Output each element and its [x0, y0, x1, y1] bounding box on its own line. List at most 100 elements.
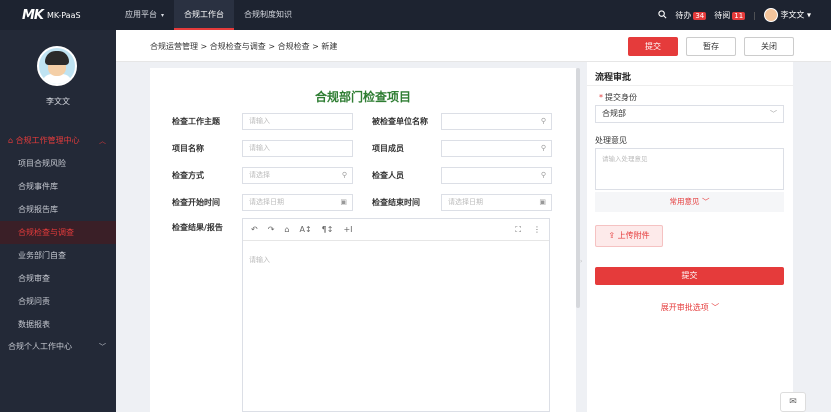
sidebar-group2-label: 合规个人工作中心 — [8, 342, 72, 351]
toread-link[interactable]: 待阅 11 — [714, 10, 746, 21]
user-name: 李文文 — [780, 10, 805, 20]
fullscreen-icon[interactable]: ⛶ — [515, 225, 521, 235]
nav-app-platform[interactable]: 应用平台 ▾ — [115, 0, 174, 30]
upload-icon: ⇪ — [608, 231, 616, 240]
logo-mark: MK — [22, 8, 44, 23]
label-topic: 检查工作主题 — [172, 117, 220, 126]
label-inspector: 检查人员 — [372, 171, 404, 180]
sidebar: 李文文 ⌂ 合规工作管理中心 ︿ 项目合规风险 合规事件库 合规报告库 合规检查… — [0, 30, 116, 412]
header-submit-button[interactable]: 提交 — [628, 37, 678, 56]
method-select-placeholder: 请选择 — [249, 171, 270, 179]
user-icon[interactable]: ⚲ — [541, 141, 546, 156]
app-logo[interactable]: MK MK-PaaS — [22, 8, 81, 23]
paragraph-icon[interactable]: ¶↕ — [322, 225, 334, 234]
method-select[interactable]: 请选择 ⚲ — [242, 167, 353, 184]
expand-approval-options[interactable]: 展开审批选项 ﹀ — [587, 302, 793, 313]
project-name-input[interactable]: 请输入 — [242, 140, 353, 157]
sidebar-menu: ⌂ 合规工作管理中心 ︿ 项目合规风险 合规事件库 合规报告库 合规检查与调查 … — [0, 130, 116, 358]
identity-select-value: 合规部 — [602, 109, 626, 118]
inspector-input[interactable]: ⚲ — [441, 167, 552, 184]
start-date-picker[interactable]: 请选择日期 ▣ — [242, 194, 353, 211]
sidebar-group-personal-center[interactable]: 合规个人工作中心 ﹀ — [0, 336, 116, 358]
expand-label: 展开审批选项 — [660, 303, 709, 312]
form-scrollbar[interactable] — [576, 68, 580, 308]
label-method: 检查方式 — [172, 171, 204, 180]
user-menu[interactable]: 李文文 ▾ — [763, 8, 811, 22]
editor-toolbar: ↶ ↷ ⌂ A↕ ¶↕ +I ⛶ ⋮ — [243, 219, 549, 241]
calendar-icon: ▣ — [340, 198, 347, 206]
sidebar-username: 李文文 — [46, 97, 70, 106]
chevron-down-icon: ▾ — [806, 10, 811, 20]
approval-panel: 流程审批 * 提交身份 合规部 ﹀ 处理意见 请输入处理意见 常用意见 ﹀ ⇪ 上传… — [587, 62, 793, 412]
label-project-name: 项目名称 — [172, 144, 204, 153]
form-card: 合规部门检查项目 检查工作主题 请输入 被检查单位名称 ⚲ 项目名称 请输入 项… — [150, 68, 576, 412]
sidebar-item-self-check[interactable]: 业务部门自查 — [0, 244, 116, 267]
chat-icon[interactable]: ✉ — [780, 392, 806, 412]
sidebar-group-compliance-center[interactable]: ⌂ 合规工作管理中心 ︿ — [0, 130, 116, 152]
opinion-label: 处理意见 — [595, 136, 627, 145]
undo-icon[interactable]: ↶ — [251, 225, 258, 234]
label-members: 项目成员 — [372, 144, 404, 153]
page-header: 合规运营管理 > 合规检查与调查 > 合规检查 > 新建 提交 暂存 关闭 — [116, 30, 831, 62]
sidebar-item-data-report[interactable]: 数据报表 — [0, 313, 116, 336]
common-opinion-dropdown[interactable]: 常用意见 ﹀ — [595, 192, 784, 212]
profile-avatar — [37, 46, 77, 86]
identity-label-text: 提交身份 — [605, 93, 637, 102]
search-icon[interactable] — [658, 9, 667, 21]
label-target-unit: 被检查单位名称 — [372, 117, 428, 126]
sidebar-item-project-risk[interactable]: 项目合规风险 — [0, 152, 116, 175]
topic-input[interactable]: 请输入 — [242, 113, 353, 130]
clear-format-icon[interactable]: ⌂ — [284, 225, 289, 234]
approval-divider — [587, 85, 793, 86]
home-icon: ⌂ — [8, 136, 14, 145]
calendar-icon: ▣ — [539, 198, 546, 206]
avatar — [763, 8, 778, 22]
approval-submit-button[interactable]: 提交 — [595, 267, 784, 285]
divider: | — [753, 10, 756, 20]
toread-badge: 11 — [732, 11, 746, 20]
nav-knowledge-label: 合规制度知识 — [244, 10, 293, 19]
breadcrumb: 合规运营管理 > 合规检查与调查 > 合规检查 > 新建 — [150, 42, 338, 51]
label-end-time: 检查结束时间 — [372, 198, 420, 207]
form-title: 合规部门检查项目 — [314, 90, 411, 104]
members-input[interactable]: ⚲ — [441, 140, 552, 157]
label-start-time: 检查开始时间 — [172, 198, 220, 207]
sidebar-item-accountability[interactable]: 合规问责 — [0, 290, 116, 313]
approval-title: 流程审批 — [595, 73, 632, 83]
header-save-button[interactable]: 暂存 — [686, 37, 736, 56]
todo-badge: 34 — [693, 11, 707, 20]
font-size-icon[interactable]: A↕ — [299, 225, 311, 234]
sidebar-item-review[interactable]: 合规审查 — [0, 267, 116, 290]
sidebar-group-label: 合规工作管理中心 — [15, 136, 80, 145]
chevron-down-icon: ﹀ — [711, 303, 720, 312]
common-opinion-label: 常用意见 — [669, 197, 700, 206]
chevron-down-icon: ▾ — [161, 12, 165, 19]
insert-icon[interactable]: +I — [343, 225, 352, 234]
upload-attachment-button[interactable]: ⇪ 上传附件 — [595, 225, 663, 247]
top-bar: MK MK-PaaS 应用平台 ▾ 合规工作台 合规制度知识 待办 34 待阅 11 … — [0, 0, 831, 30]
end-date-picker[interactable]: 请选择日期 ▣ — [441, 194, 552, 211]
chevron-down-icon: ﹀ — [701, 197, 710, 206]
chevron-down-icon: ﹀ — [99, 343, 106, 351]
header-close-button[interactable]: 关闭 — [744, 37, 794, 56]
label-result: 检查结果/报告 — [172, 223, 223, 232]
sidebar-item-event-library[interactable]: 合规事件库 — [0, 175, 116, 198]
end-date-placeholder: 请选择日期 — [448, 198, 483, 206]
rich-text-editor[interactable]: ↶ ↷ ⌂ A↕ ¶↕ +I ⛶ ⋮ 请输入 — [242, 218, 550, 412]
more-icon[interactable]: ⋮ — [533, 225, 541, 235]
nav-app-platform-label: 应用平台 — [125, 10, 157, 19]
identity-select[interactable]: 合规部 ﹀ — [595, 105, 784, 123]
chevron-up-icon: ︿ — [99, 137, 106, 145]
nav-workbench[interactable]: 合规工作台 — [174, 0, 235, 30]
target-unit-input[interactable]: ⚲ — [441, 113, 552, 130]
opinion-textarea[interactable]: 请输入处理意见 — [595, 148, 784, 190]
user-icon[interactable]: ⚲ — [541, 114, 546, 129]
nav-workbench-label: 合规工作台 — [184, 10, 225, 19]
todo-link[interactable]: 待办 34 — [675, 10, 707, 21]
user-icon[interactable]: ⚲ — [541, 168, 546, 183]
redo-icon[interactable]: ↷ — [268, 225, 275, 234]
sidebar-item-inspection[interactable]: 合规检查与调查 — [0, 221, 116, 244]
panel-collapse-icon[interactable]: › — [580, 258, 587, 265]
nav-knowledge[interactable]: 合规制度知识 — [234, 0, 302, 30]
sidebar-item-report-library[interactable]: 合规报告库 — [0, 198, 116, 221]
